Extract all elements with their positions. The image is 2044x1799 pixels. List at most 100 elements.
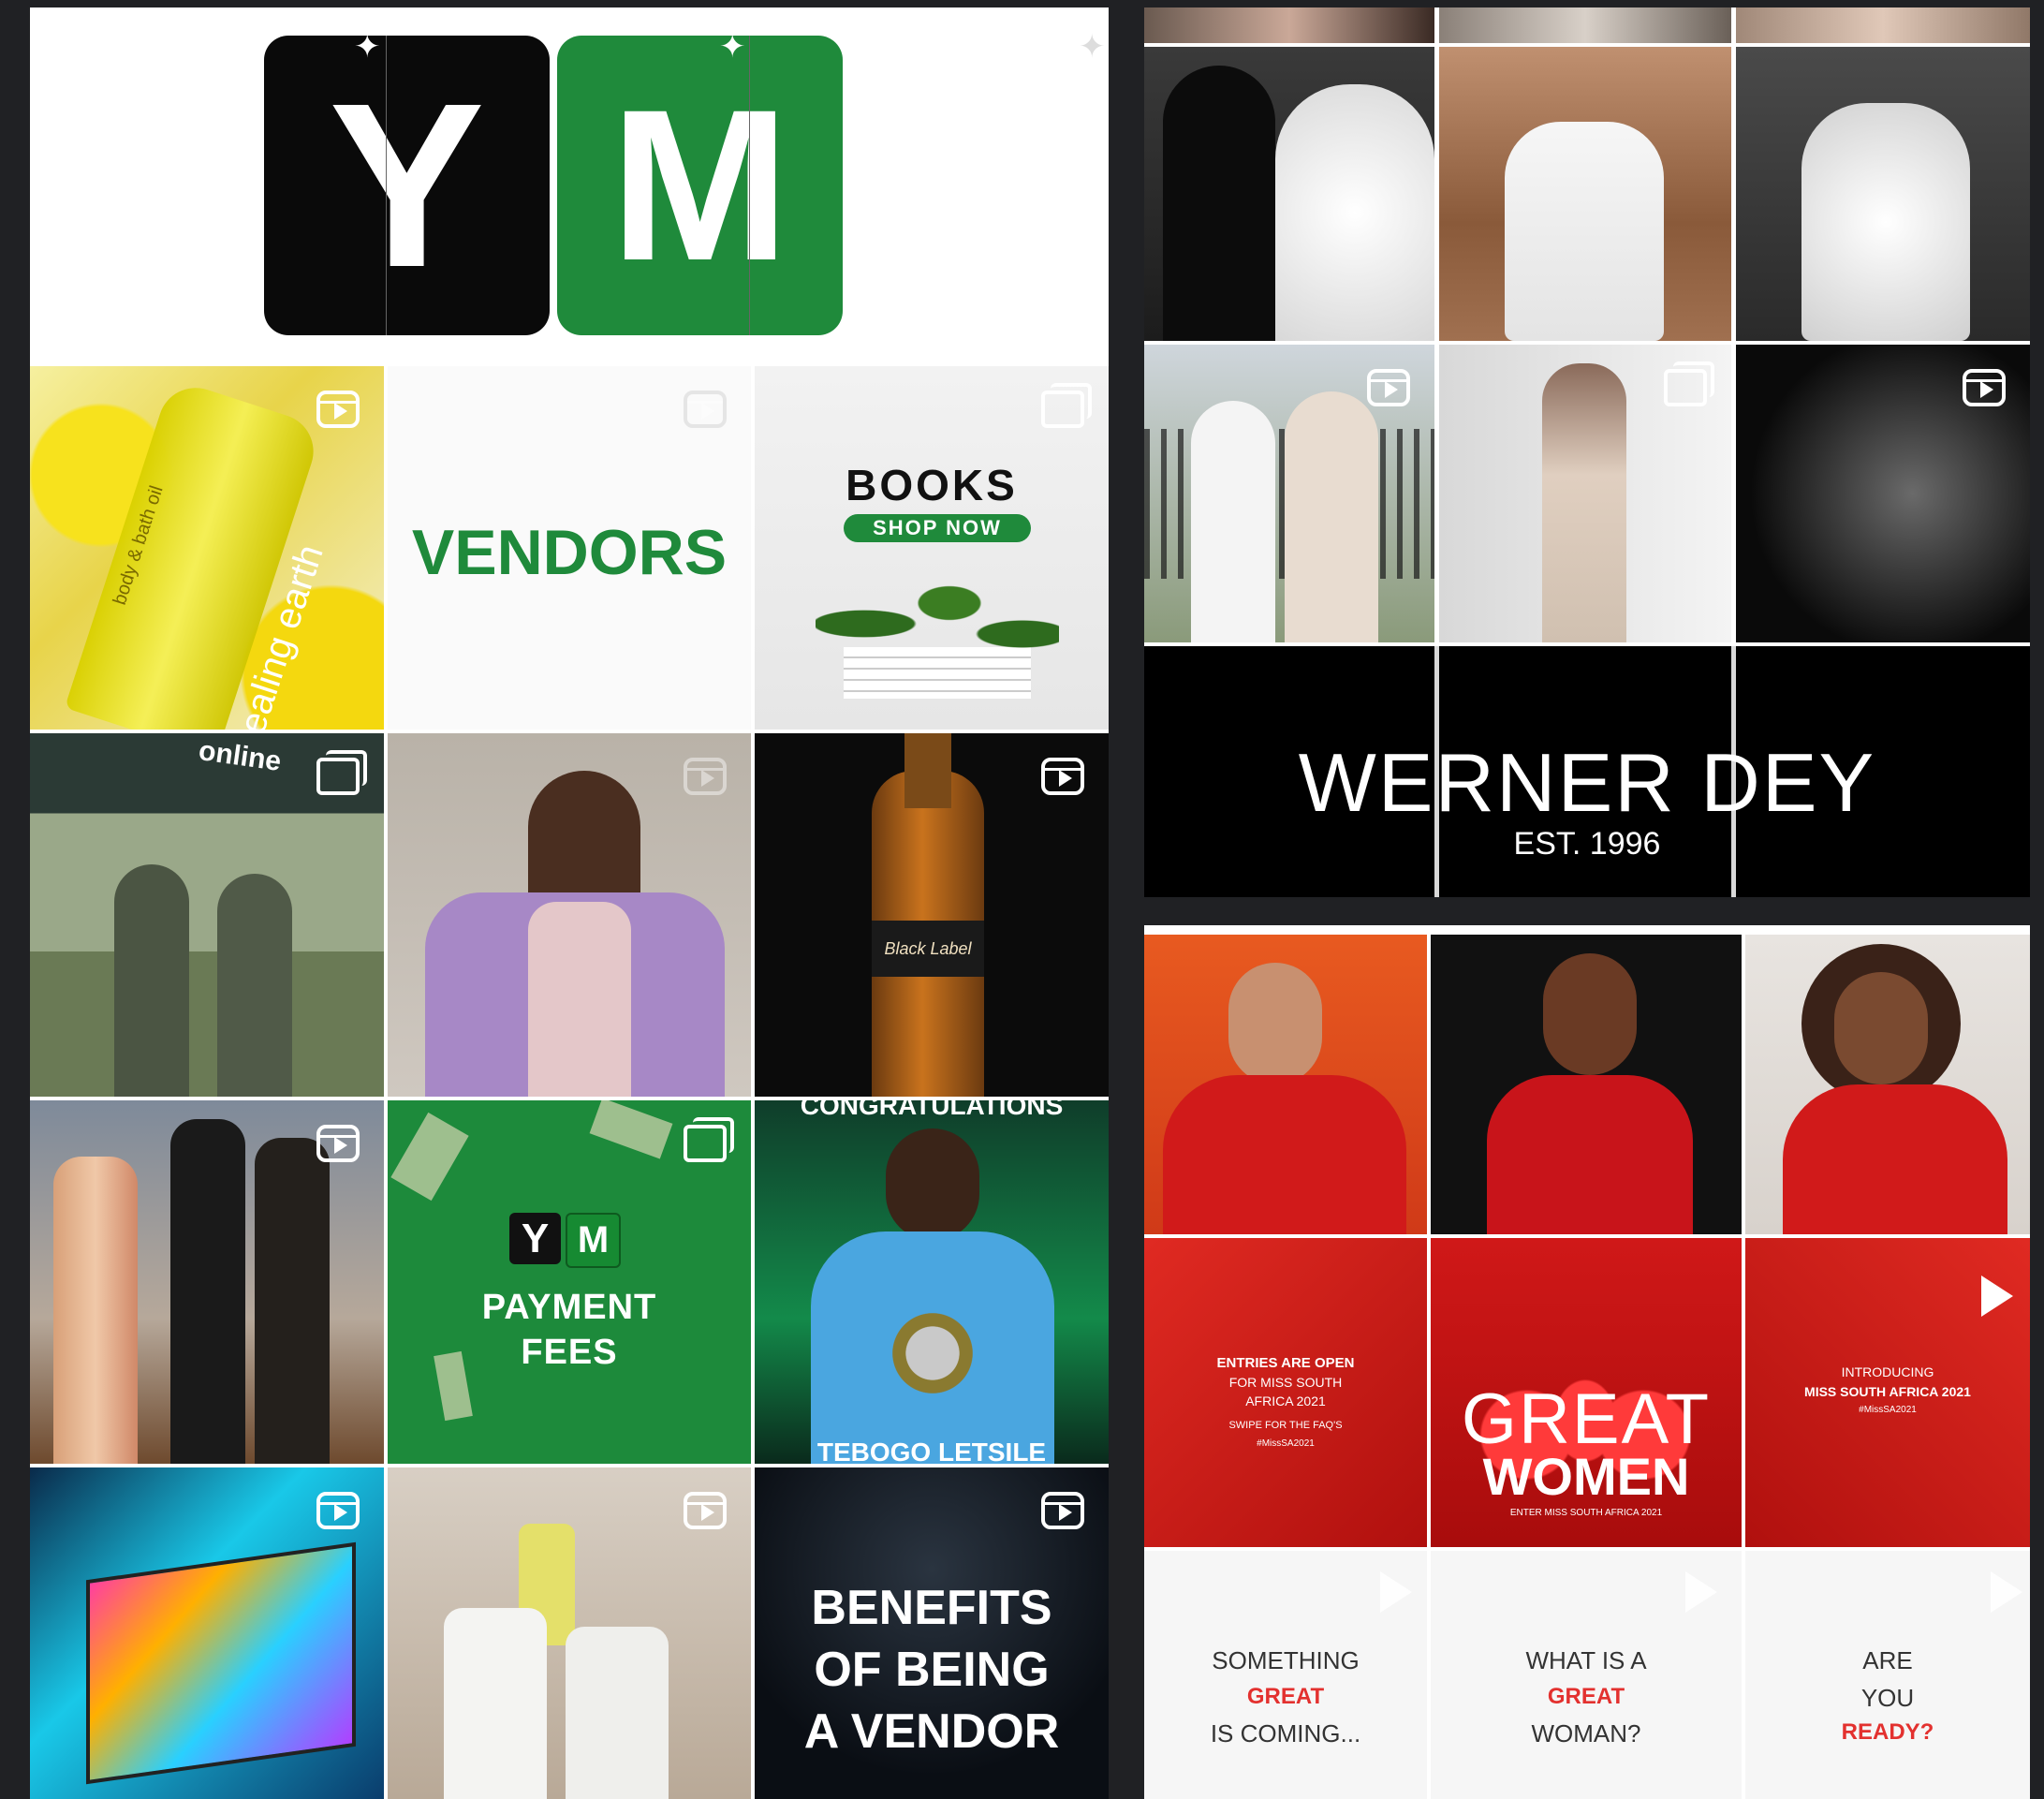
teaser2-line1: WHAT IS A [1525, 1646, 1647, 1674]
fees-text: FEES [521, 1333, 618, 1372]
ym-mini-m: M [566, 1213, 621, 1268]
reel-icon [1041, 758, 1084, 795]
reel-icon [684, 1492, 727, 1529]
gown-figure [1505, 122, 1664, 341]
post-partial[interactable] [1439, 7, 1731, 43]
ym-logo-letter-m: M [610, 65, 790, 305]
grid-divider [1731, 7, 1736, 897]
post-beer-bottle[interactable]: Black Label [755, 733, 1109, 1097]
post-sequin-gown[interactable] [1736, 345, 2030, 642]
post-great-woman[interactable]: WHAT IS A GREAT WOMAN? [1431, 1551, 1742, 1799]
teaser3-line1: ARE [1862, 1646, 1913, 1674]
post-vendors[interactable]: VENDORS [388, 366, 751, 730]
post-books[interactable]: BOOKS SHOP NOW [755, 366, 1109, 730]
introducing-line2: MISS SOUTH AFRICA 2021 [1804, 1384, 1971, 1399]
pump-bottle [566, 1627, 669, 1799]
post-field-gown[interactable] [1439, 47, 1731, 341]
plant-leaves [816, 572, 1059, 675]
rose-bottle [53, 1157, 138, 1464]
tv-screen [86, 1541, 356, 1785]
books-title: BOOKS [846, 461, 1018, 509]
post-two-women[interactable] [1144, 345, 1434, 642]
post-lotion-bottles[interactable] [388, 1467, 751, 1799]
post-designer-fitting[interactable] [1144, 47, 1434, 341]
play-icon [1685, 1571, 1717, 1613]
post-athlete[interactable]: CONGRATULATIONS TEBOGO LETSILE [755, 1100, 1109, 1464]
introducing-line3: #MissSA2021 [1859, 1405, 1917, 1415]
teaser1-line2: GREAT [1246, 1684, 1325, 1709]
teaser3-line3: READY? [1841, 1719, 1934, 1745]
great-women-caption: ENTER MISS SOUTH AFRICA 2021 [1509, 1508, 1663, 1518]
multi-photo-icon [1041, 383, 1092, 428]
bottle-label: Black Label [872, 921, 984, 977]
multi-photo-icon [1664, 361, 1714, 406]
post-sheer-gown[interactable] [1439, 345, 1731, 642]
congratulations-text: CONGRATULATIONS [800, 1100, 1064, 1120]
post-portrait-orange[interactable] [1144, 935, 1427, 1234]
benefits-line1: BENEFITS [811, 1581, 1052, 1635]
athlete-head [886, 1128, 979, 1241]
model-head [1543, 953, 1637, 1075]
banner-text: online [197, 735, 284, 777]
reel-icon [1367, 369, 1410, 406]
post-great-women[interactable]: GREAT WOMEN ENTER MISS SOUTH AFRICA 2021 [1431, 1238, 1742, 1547]
multi-photo-icon [684, 1117, 734, 1162]
entries-line1: ENTRIES ARE OPEN [1216, 1355, 1355, 1371]
gown-figure [1275, 84, 1434, 341]
teaser2-line3: WOMAN? [1531, 1719, 1641, 1747]
dark-bottle [255, 1138, 330, 1464]
post-entries-open[interactable]: ENTRIES ARE OPEN FOR MISS SOUTH AFRICA 2… [1144, 1238, 1427, 1547]
athlete-name-text: TEBOGO LETSILE [816, 1438, 1047, 1464]
top-shirt [528, 902, 631, 1097]
post-introducing[interactable]: INTRODUCING MISS SOUTH AFRICA 2021 #Miss… [1745, 1238, 2030, 1547]
post-lace-gown[interactable] [1736, 47, 2030, 341]
reel-icon [1963, 369, 2006, 406]
model-head [1228, 963, 1322, 1084]
benefits-line2: OF BEING [814, 1643, 1050, 1697]
designer-figure [1163, 66, 1275, 341]
grid-divider [751, 366, 755, 1799]
vendors-text: VENDORS [411, 517, 728, 588]
red-dress [1163, 1075, 1406, 1234]
post-are-you-ready[interactable]: ARE YOU READY? [1745, 1551, 2030, 1799]
post-wine-bottles[interactable] [30, 1100, 384, 1464]
post-partial[interactable] [1736, 7, 2030, 43]
entries-line4: SWIPE FOR THE FAQ'S [1228, 1420, 1343, 1431]
werner-dey-banner[interactable]: WERNER DEY EST. 1996 [1144, 646, 2030, 897]
post-something-great[interactable]: SOMETHING GREAT IS COMING... [1144, 1551, 1427, 1799]
grid-divider [384, 366, 388, 1799]
women-text: WOMEN [1482, 1447, 1690, 1506]
reel-icon [316, 391, 360, 428]
shop-now-button[interactable]: SHOP NOW [844, 514, 1031, 542]
pin-icon: ✦ [719, 29, 746, 65]
post-television[interactable] [30, 1467, 384, 1799]
entries-line5: #MissSA2021 [1257, 1438, 1315, 1449]
reel-icon [316, 1492, 360, 1529]
red-dress [1487, 1075, 1693, 1234]
post-partial[interactable] [1144, 7, 1434, 43]
reel-icon [684, 391, 727, 428]
miss-sa-grid: ENTRIES ARE OPEN FOR MISS SOUTH AFRICA 2… [1144, 925, 2030, 1799]
post-portrait-curls[interactable] [1745, 935, 2030, 1234]
ym-logo-letter-y: Y [329, 54, 485, 316]
money-note [390, 1112, 469, 1202]
werner-dey-est: EST. 1996 [1513, 826, 1661, 862]
gown-figure [1542, 363, 1626, 642]
benefits-line3: A VENDOR [803, 1704, 1060, 1759]
pump-bottle [444, 1608, 547, 1799]
post-payment-fees[interactable]: Y M PAYMENT FEES [388, 1100, 751, 1464]
werner-dey-brand: WERNER DEY [1298, 736, 1876, 829]
ym-logo-tile[interactable]: Y M ✦ ✦ ✦ [30, 7, 1109, 366]
post-healing-earth[interactable]: body & bath oil healing earth [30, 366, 384, 730]
model-head [1834, 972, 1928, 1084]
ym-mini-y: Y [509, 1213, 561, 1264]
teaser1-line3: IS COMING... [1210, 1719, 1361, 1747]
medals [886, 1306, 979, 1400]
post-skateboard-woman[interactable] [388, 733, 751, 1097]
ym-profile-grid: Y M ✦ ✦ ✦ body & bath oil healing earth … [30, 7, 1109, 1799]
post-portrait-bald[interactable] [1431, 935, 1742, 1234]
gown-figure [1801, 103, 1970, 341]
reel-icon [684, 758, 727, 795]
post-benefits[interactable]: BENEFITS OF BEING A VENDOR [755, 1467, 1109, 1799]
post-market-stall[interactable]: online [30, 733, 384, 1097]
